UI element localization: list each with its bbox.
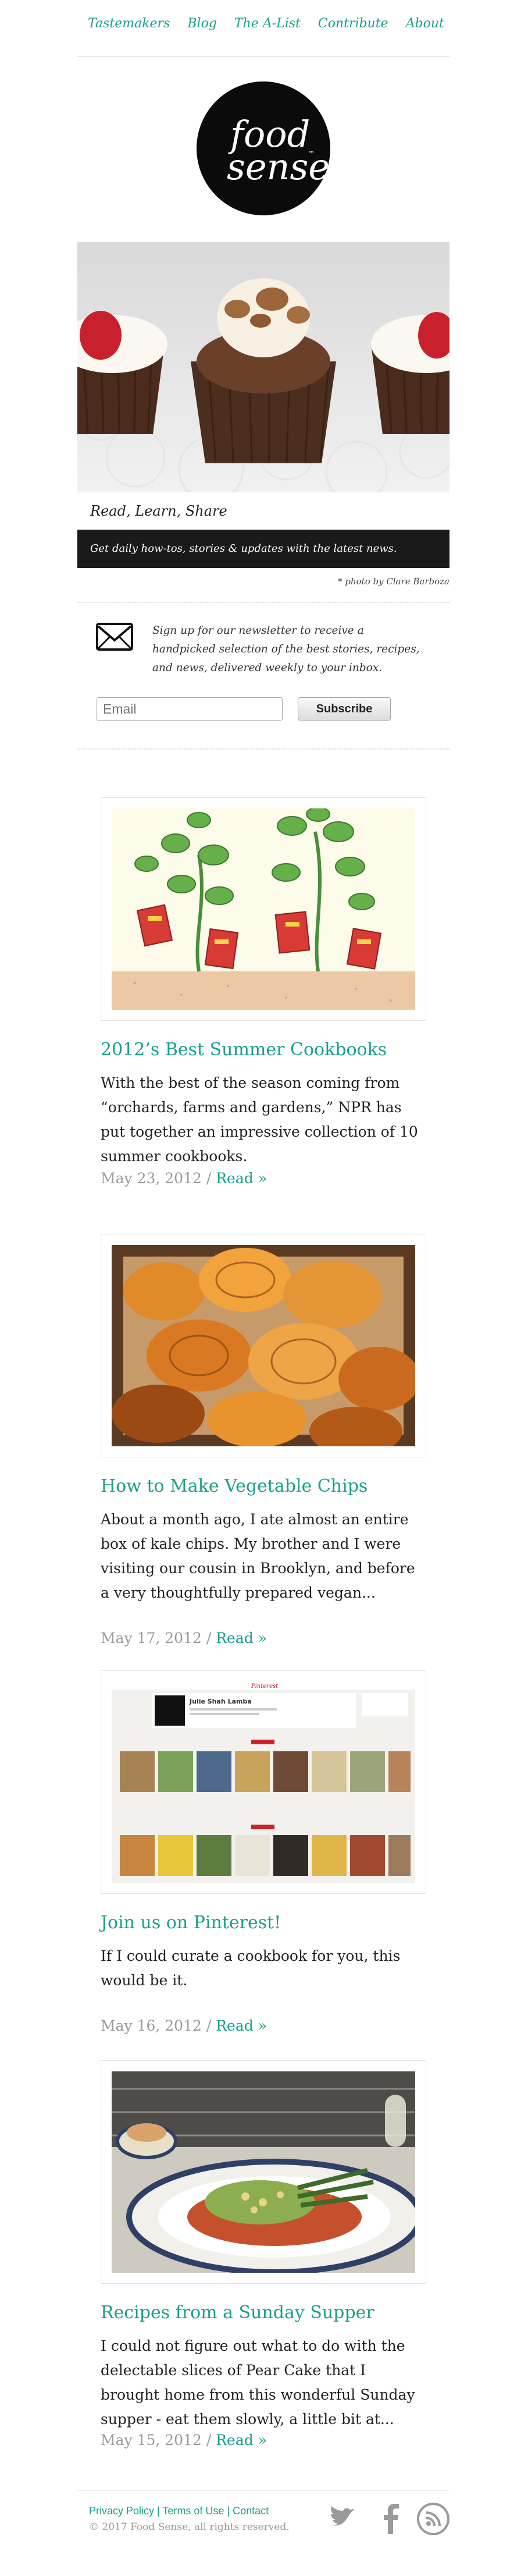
article-meta: May 16, 2012 / Read » bbox=[101, 2017, 267, 2034]
section-divider bbox=[77, 602, 449, 603]
newsletter-description: Sign up for our newsletter to receive a … bbox=[152, 625, 420, 674]
article-thumbnail[interactable] bbox=[101, 2060, 426, 2284]
nav-tastemakers[interactable]: Tastemakers bbox=[88, 16, 170, 31]
twitter-icon[interactable] bbox=[326, 2502, 361, 2536]
article-thumbnail[interactable] bbox=[101, 797, 426, 1021]
article-meta: May 23, 2012 / Read » bbox=[101, 1170, 267, 1187]
footer-separator: | bbox=[154, 2505, 163, 2517]
article-excerpt: I could not figure out what to do with t… bbox=[101, 2337, 415, 2428]
nav-divider bbox=[77, 56, 449, 57]
section-divider bbox=[77, 748, 449, 750]
food-sense-logo[interactable]: food sense ™ bbox=[197, 81, 330, 215]
article-card: 2012’s Best Summer Cookbooks With the be… bbox=[101, 797, 426, 1187]
hero-tagline-bar: Get daily how-tos, stories & updates wit… bbox=[77, 530, 449, 568]
article-date: May 23, 2012 bbox=[101, 1170, 202, 1187]
facebook-icon[interactable] bbox=[374, 2502, 409, 2536]
article-excerpt: If I could curate a cookbook for you, th… bbox=[101, 1947, 401, 1989]
article-date: May 17, 2012 bbox=[101, 1630, 202, 1647]
article-title[interactable]: Join us on Pinterest! bbox=[101, 1913, 281, 1933]
meta-separator: / bbox=[201, 1170, 216, 1187]
pinterest-screenshot: Pinterest Julie Shah Lamba bbox=[112, 1681, 415, 1883]
email-field[interactable] bbox=[97, 697, 283, 721]
hero-banner: Read, Learn, Share Get daily how-tos, st… bbox=[77, 242, 449, 568]
article-date: May 15, 2012 bbox=[101, 2432, 202, 2449]
article-thumbnail[interactable]: Pinterest Julie Shah Lamba bbox=[101, 1670, 426, 1894]
rss-icon[interactable] bbox=[416, 2502, 451, 2536]
pinterest-profile-name: Julie Shah Lamba bbox=[189, 1698, 252, 1705]
article-meta: May 17, 2012 / Read » bbox=[101, 1630, 267, 1647]
nav-contribute[interactable]: Contribute bbox=[318, 16, 388, 31]
article-card: Pinterest Julie Shah Lamba Join us on Pi… bbox=[101, 1670, 426, 2034]
pinterest-brand: Pinterest bbox=[251, 1683, 279, 1690]
hero-caption: Read, Learn, Share bbox=[90, 503, 227, 519]
read-more-link[interactable]: Read » bbox=[216, 2017, 267, 2034]
article-date: May 16, 2012 bbox=[101, 2017, 202, 2034]
photo-credit: * photo by Clare Barboza bbox=[338, 576, 449, 587]
hero-tagline: Get daily how-tos, stories & updates wit… bbox=[90, 542, 397, 555]
nav-about[interactable]: About bbox=[406, 16, 444, 31]
privacy-policy-link[interactable]: Privacy Policy bbox=[89, 2505, 154, 2517]
article-excerpt: About a month ago, I ate almost an entir… bbox=[101, 1511, 415, 1601]
logo-wordmark: food sense ™ bbox=[227, 113, 330, 188]
top-nav: Tastemakers Blog The A-List Contribute A… bbox=[88, 16, 444, 31]
hero-cupcakes-photo bbox=[77, 242, 449, 492]
read-more-link[interactable]: Read » bbox=[216, 1170, 267, 1187]
hero-caption-strip: Read, Learn, Share bbox=[77, 492, 449, 530]
subscribe-button[interactable]: Subscribe bbox=[298, 697, 391, 721]
meta-separator: / bbox=[201, 2017, 216, 2034]
footer-links: Privacy Policy | Terms of Use | Contact bbox=[89, 2505, 269, 2517]
article-title[interactable]: How to Make Vegetable Chips bbox=[101, 1476, 368, 1496]
vegetable-chips-photo bbox=[112, 1245, 415, 1446]
read-more-link[interactable]: Read » bbox=[216, 2432, 267, 2449]
sunday-supper-photo bbox=[112, 2071, 415, 2273]
article-title[interactable]: Recipes from a Sunday Supper bbox=[101, 2302, 374, 2323]
meta-separator: / bbox=[201, 2432, 216, 2449]
footer-separator: | bbox=[224, 2505, 233, 2517]
contact-link[interactable]: Contact bbox=[233, 2505, 269, 2517]
article-thumbnail[interactable] bbox=[101, 1234, 426, 1457]
nav-blog[interactable]: Blog bbox=[187, 16, 217, 31]
cookbooks-illustration bbox=[112, 808, 415, 1010]
copyright-notice: © 2017 Food Sense, all rights reserved. bbox=[89, 2521, 290, 2533]
article-title[interactable]: 2012’s Best Summer Cookbooks bbox=[101, 1039, 387, 1060]
article-excerpt: With the best of the season coming from … bbox=[101, 1074, 418, 1165]
article-card: How to Make Vegetable Chips About a mont… bbox=[101, 1234, 426, 1647]
article-meta: May 15, 2012 / Read » bbox=[101, 2432, 267, 2449]
nav-a-list[interactable]: The A-List bbox=[234, 16, 301, 31]
logo-trademark: ™ bbox=[308, 150, 315, 158]
mail-icon bbox=[96, 623, 133, 651]
article-card: Recipes from a Sunday Supper I could not… bbox=[101, 2060, 426, 2449]
read-more-link[interactable]: Read » bbox=[216, 1630, 267, 1647]
terms-of-use-link[interactable]: Terms of Use bbox=[162, 2505, 224, 2517]
meta-separator: / bbox=[201, 1630, 216, 1647]
